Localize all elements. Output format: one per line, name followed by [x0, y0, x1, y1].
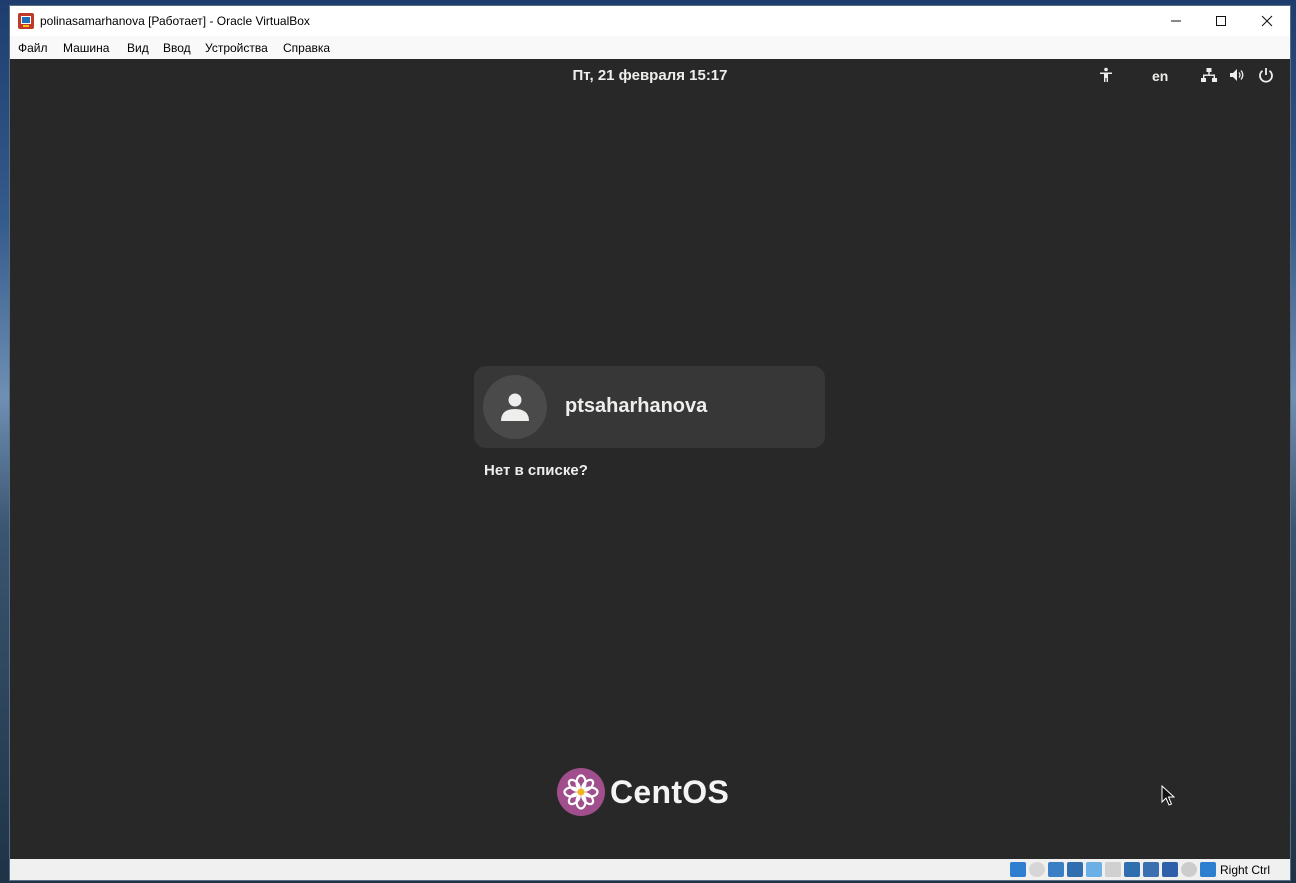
- power-icon: [1259, 68, 1273, 83]
- mouse-pointer-icon: [1161, 785, 1175, 806]
- menu-machine[interactable]: Машина: [63, 41, 109, 55]
- audio-icon[interactable]: [1048, 862, 1064, 877]
- maximize-icon: [1216, 16, 1226, 26]
- vm-display[interactable]: Пт, 21 февраля 15:17 en ptsaharhanova Не…: [10, 59, 1290, 859]
- mouse-integration-icon[interactable]: [1181, 862, 1197, 877]
- username-label: ptsaharhanova: [565, 395, 708, 417]
- display-icon[interactable]: [1124, 862, 1140, 877]
- minimize-button[interactable]: [1153, 6, 1199, 36]
- virtualization-icon[interactable]: [1162, 862, 1178, 877]
- keyboard-capture-icon[interactable]: [1200, 862, 1216, 877]
- keyboard-layout[interactable]: en: [1152, 68, 1168, 84]
- status-indicators: [1010, 862, 1216, 877]
- window-title: polinasamarhanova [Работает] - Oracle Vi…: [40, 14, 310, 28]
- close-button[interactable]: [1244, 6, 1290, 36]
- menu-file[interactable]: Файл: [18, 41, 48, 55]
- close-icon: [1261, 15, 1273, 27]
- maximize-button[interactable]: [1198, 6, 1244, 36]
- avatar: [483, 375, 547, 439]
- status-bar: Right Ctrl: [10, 859, 1290, 880]
- not-listed-link[interactable]: Нет в списке?: [484, 462, 588, 479]
- recording-icon[interactable]: [1143, 862, 1159, 877]
- centos-logo: CentOS: [557, 766, 747, 818]
- accessibility-icon: [1100, 67, 1112, 82]
- usb-icon[interactable]: [1086, 862, 1102, 877]
- optical-drive-icon[interactable]: [1029, 862, 1045, 877]
- virtualbox-app-icon: [18, 13, 34, 29]
- virtualbox-window: polinasamarhanova [Работает] - Oracle Vi…: [10, 6, 1290, 880]
- menu-view[interactable]: Вид: [127, 41, 149, 55]
- title-bar[interactable]: polinasamarhanova [Работает] - Oracle Vi…: [10, 6, 1290, 36]
- power-menu[interactable]: [1258, 67, 1274, 88]
- network-icon: [1201, 68, 1217, 82]
- accessibility-menu[interactable]: [1098, 67, 1114, 88]
- user-list-item[interactable]: ptsaharhanova: [474, 366, 825, 448]
- shared-folders-icon[interactable]: [1105, 862, 1121, 877]
- menu-input[interactable]: Ввод: [163, 41, 191, 55]
- network-indicator[interactable]: [1201, 67, 1217, 88]
- hard-disk-icon[interactable]: [1010, 862, 1026, 877]
- minimize-icon: [1171, 20, 1181, 22]
- host-key-label[interactable]: Right Ctrl: [1220, 863, 1270, 877]
- centos-wordmark: CentOS: [610, 774, 730, 810]
- user-icon: [501, 393, 529, 421]
- menu-bar: Файл Машина Вид Ввод Устройства Справка: [10, 36, 1290, 59]
- menu-help[interactable]: Справка: [283, 41, 330, 55]
- volume-indicator[interactable]: [1229, 67, 1245, 88]
- volume-icon: [1230, 69, 1244, 81]
- menu-devices[interactable]: Устройства: [205, 41, 268, 55]
- centos-emblem-icon: [557, 768, 605, 816]
- network-adapter-icon[interactable]: [1067, 862, 1083, 877]
